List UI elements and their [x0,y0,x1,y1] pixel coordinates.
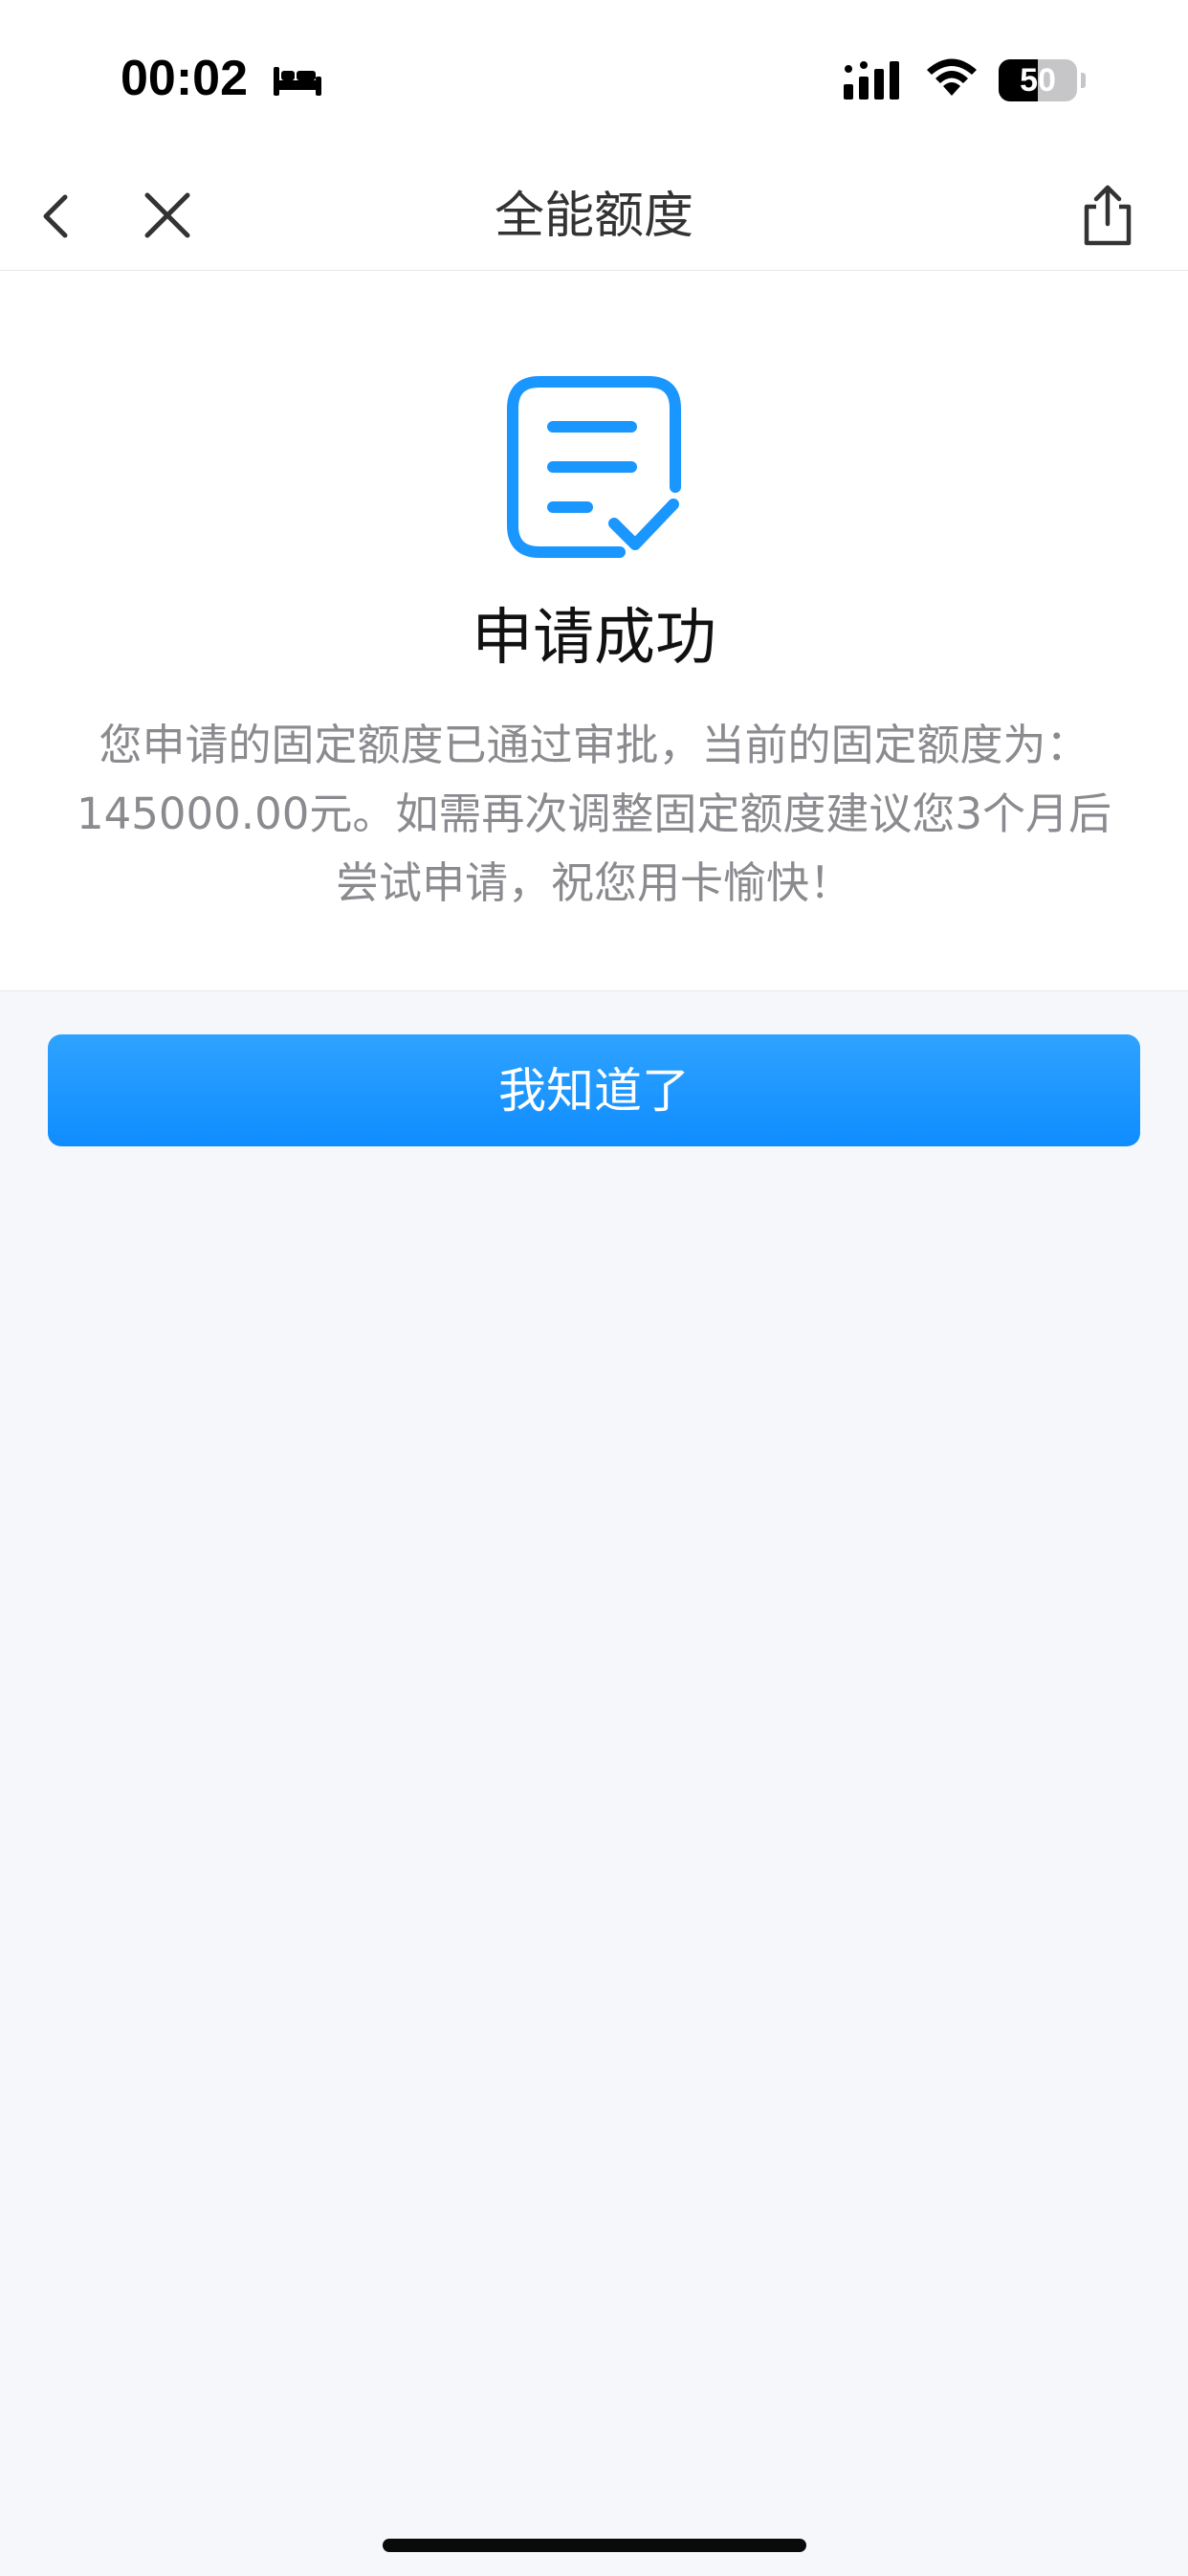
battery-percent: 50 [1020,62,1056,99]
page-title: 全能额度 [494,188,693,245]
battery-cap [1081,73,1086,88]
status-bar: 00:02 50 [0,0,1188,163]
wifi-icon [927,58,977,96]
share-icon[interactable] [1079,182,1136,249]
confirm-button[interactable]: 我知道了 [48,1034,1140,1146]
signal-icon [844,61,899,100]
bed-icon [274,67,321,96]
result-description: 您申请的固定额度已通过审批，当前的固定额度为：145000.00元。如需再次调整… [77,720,1111,908]
status-time: 00:02 [121,51,248,106]
nav-bar: 全能额度 [0,163,1188,271]
result-title: 申请成功 [472,603,716,674]
result-card: 申请成功 您申请的固定额度已通过审批，当前的固定额度为：145000.00元。如… [0,271,1188,991]
document-check-icon [507,376,681,558]
battery-body: 50 [999,59,1077,101]
battery-icon: 50 [999,59,1086,101]
home-indicator[interactable] [383,2539,806,2552]
